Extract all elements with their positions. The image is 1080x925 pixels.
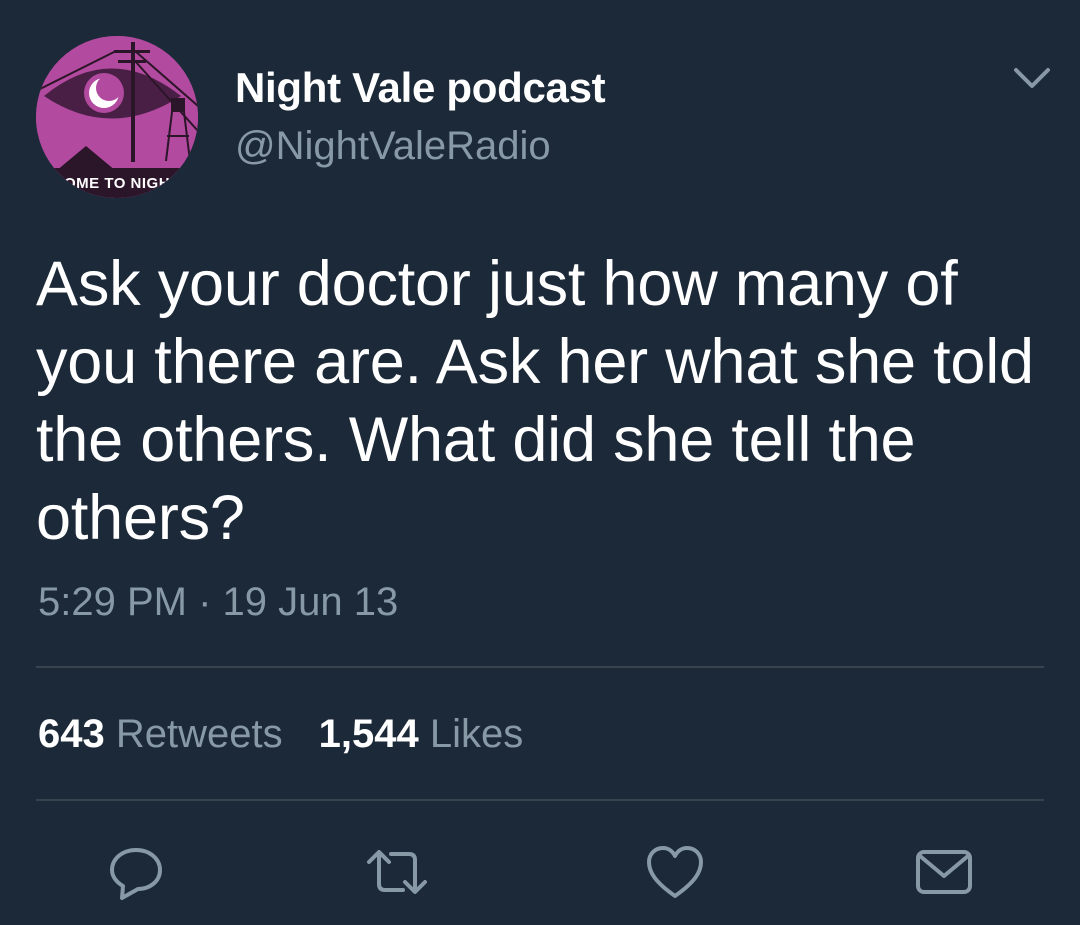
retweet-button[interactable] (365, 840, 429, 904)
divider (36, 799, 1044, 801)
likes-count: 1,544 (318, 712, 419, 756)
tweet-menu-button[interactable] (1010, 60, 1054, 96)
author-handle[interactable]: @NightValeRadio (235, 124, 551, 169)
reply-icon (110, 848, 162, 900)
retweets-label: Retweets (115, 712, 283, 756)
like-button[interactable] (643, 840, 707, 904)
reply-button[interactable] (104, 840, 168, 904)
retweets-stat[interactable]: 643 Retweets (38, 712, 283, 757)
retweets-count: 643 (38, 712, 105, 756)
night-vale-logo-icon: OME TO NIGHT (36, 36, 198, 198)
tweet-timestamp[interactable]: 5:29 PM · 19 Jun 13 (38, 580, 398, 625)
retweet-icon (367, 850, 427, 894)
avatar[interactable]: OME TO NIGHT (36, 36, 198, 198)
likes-stat[interactable]: 1,544 Likes (319, 712, 524, 757)
tweet-text: Ask your doctor just how many of you the… (36, 249, 1034, 553)
chevron-down-icon (1014, 68, 1050, 88)
heart-icon (647, 846, 703, 898)
tweet-card: OME TO NIGHT Night Vale podcast @NightVa… (0, 0, 1080, 925)
divider (36, 666, 1044, 668)
likes-label: Likes (429, 712, 524, 756)
author-display-name[interactable]: Night Vale podcast (235, 64, 606, 112)
svg-text:OME TO NIGHT: OME TO NIGHT (64, 175, 180, 192)
envelope-icon (916, 850, 972, 894)
direct-message-button[interactable] (912, 840, 976, 904)
tweet-stats: 643 Retweets 1,544 Likes (38, 712, 559, 757)
